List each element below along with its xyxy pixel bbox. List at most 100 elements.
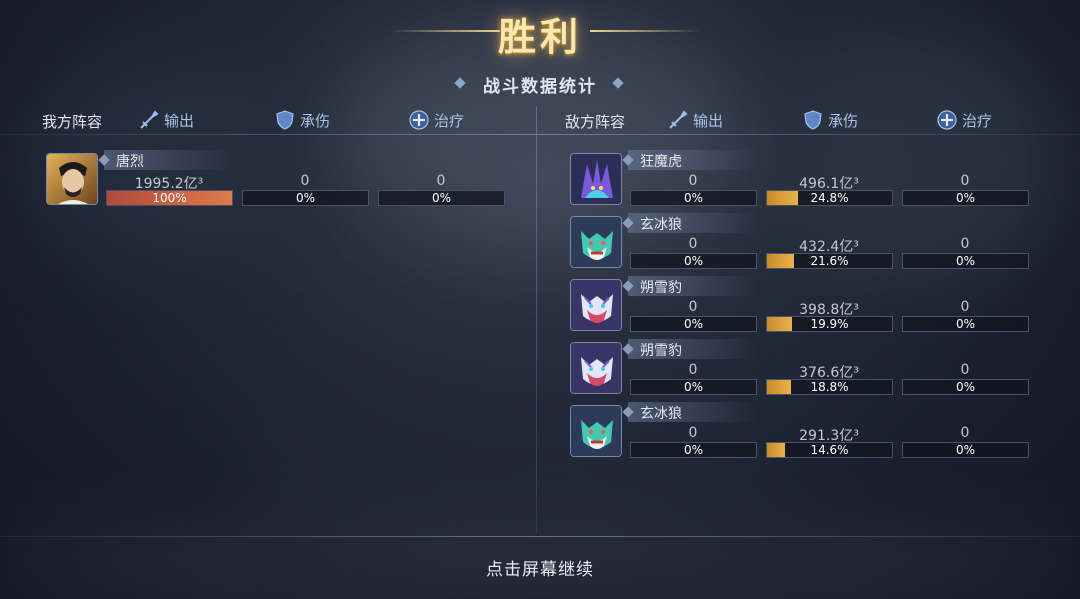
- damage-value: 0: [300, 173, 310, 189]
- heal-cross-icon: [937, 110, 957, 130]
- enemy-portrait[interactable]: [570, 216, 622, 268]
- heal-percent: 0%: [955, 254, 976, 268]
- tap-to-continue[interactable]: 点击屏幕继续: [0, 555, 1080, 580]
- battle-stats-subtitle: 战斗数据统计: [483, 77, 597, 97]
- enemy-row[interactable]: 玄冰狼 0 0% 291.3亿³ 14.6% 0 0%: [570, 402, 1040, 461]
- victory-title: 胜利: [497, 14, 582, 59]
- monster-avatar-icon: [571, 406, 621, 456]
- output-label: 输出: [164, 111, 195, 130]
- heal-value: 0: [960, 362, 970, 378]
- enemy-team-label: 敌方阵容: [565, 113, 626, 131]
- name-plate: 玄冰狼: [628, 213, 758, 233]
- heal-bar: 0%: [902, 190, 1029, 206]
- enemy-row[interactable]: 朔雪豹 0 0% 376.6亿³ 18.8% 0 0%: [570, 339, 1040, 398]
- shield-icon: [804, 110, 822, 130]
- output-percent: 0%: [683, 443, 704, 457]
- output-value: 0: [688, 425, 698, 441]
- sword-icon: [140, 110, 159, 129]
- heal-bar: 0%: [378, 190, 505, 206]
- monster-avatar-icon: [571, 343, 621, 393]
- heal-percent: 0%: [955, 191, 976, 205]
- enemy-output-header[interactable]: 输出: [667, 108, 723, 132]
- output-percent: 100%: [152, 191, 187, 205]
- output-percent: 0%: [683, 380, 704, 394]
- damage-percent: 24.8%: [810, 191, 849, 205]
- damage-percent: 14.6%: [810, 443, 849, 457]
- damage-bar: 24.8%: [766, 190, 893, 206]
- damage-bar: 14.6%: [766, 442, 893, 458]
- heal-bar: 0%: [902, 379, 1029, 395]
- monster-avatar-icon: [571, 154, 621, 204]
- damage-taken-label: 承伤: [828, 111, 859, 130]
- output-label: 输出: [693, 111, 724, 130]
- output-percent: 0%: [683, 317, 704, 331]
- damage-percent: 0%: [295, 191, 316, 205]
- enemy-name: 玄冰狼: [640, 406, 682, 422]
- damage-bar: 18.8%: [766, 379, 893, 395]
- shield-icon: [276, 110, 294, 130]
- heal-value: 0: [960, 236, 970, 252]
- damage-percent: 18.8%: [810, 380, 849, 394]
- heal-bar: 0%: [902, 253, 1029, 269]
- heal-percent: 0%: [955, 317, 976, 331]
- enemy-name: 狂魔虎: [640, 154, 682, 170]
- enemy-row[interactable]: 朔雪豹 0 0% 398.8亿³ 19.9% 0 0%: [570, 276, 1040, 335]
- monster-avatar-icon: [571, 280, 621, 330]
- enemy-row[interactable]: 狂魔虎 0 0% 496.1亿³ 24.8% 0 0%: [570, 150, 1040, 209]
- heal-value: 0: [436, 173, 446, 189]
- output-bar: 100%: [106, 190, 233, 206]
- team-divider: [536, 106, 537, 534]
- enemy-portrait[interactable]: [570, 279, 622, 331]
- enemy-row[interactable]: 玄冰狼 0 0% 432.4亿³ 21.6% 0 0%: [570, 213, 1040, 272]
- output-bar: 0%: [630, 253, 757, 269]
- damage-bar: 19.9%: [766, 316, 893, 332]
- heal-percent: 0%: [955, 380, 976, 394]
- footer-divider: [0, 536, 1080, 537]
- output-bar: 0%: [630, 190, 757, 206]
- hero-portrait-tanglie[interactable]: [46, 153, 98, 205]
- name-plate: 玄冰狼: [628, 402, 758, 422]
- damage-taken-label: 承伤: [300, 111, 331, 130]
- hero-avatar-icon: [47, 154, 97, 204]
- enemy-portrait[interactable]: [570, 405, 622, 457]
- output-value: 0: [688, 299, 698, 315]
- heal-value: 0: [960, 299, 970, 315]
- enemy-damage-header[interactable]: 承伤: [802, 108, 858, 132]
- output-value: 0: [688, 173, 698, 189]
- name-plate: 朔雪豹: [628, 339, 758, 359]
- monster-avatar-icon: [571, 217, 621, 267]
- heal-value: 0: [960, 173, 970, 189]
- hero-name: 唐烈: [116, 154, 144, 170]
- victory-banner: 胜利: [0, 0, 1080, 62]
- enemy-portrait[interactable]: [570, 153, 622, 205]
- output-bar: 0%: [630, 316, 757, 332]
- ally-row[interactable]: 唐烈 1995.2亿³ 100% 0 0% 0 0%: [46, 150, 516, 209]
- output-value: 0: [688, 236, 698, 252]
- output-value: 0: [688, 362, 698, 378]
- heal-value: 0: [960, 425, 970, 441]
- heal-bar: 0%: [902, 316, 1029, 332]
- output-percent: 0%: [683, 254, 704, 268]
- enemy-name: 朔雪豹: [640, 280, 682, 296]
- enemy-header: 敌方阵容 输出 承伤 治疗: [540, 106, 1080, 134]
- output-bar: 0%: [630, 379, 757, 395]
- header-divider: [0, 134, 1080, 135]
- sword-icon: [669, 110, 688, 129]
- output-percent: 0%: [683, 191, 704, 205]
- ally-heal-header[interactable]: 治疗: [408, 108, 464, 132]
- name-plate: 狂魔虎: [628, 150, 758, 170]
- name-plate: 朔雪豹: [628, 276, 758, 296]
- heal-label: 治疗: [434, 111, 465, 130]
- heal-percent: 0%: [955, 443, 976, 457]
- heal-cross-icon: [409, 110, 429, 130]
- ally-damage-header[interactable]: 承伤: [274, 108, 330, 132]
- output-bar: 0%: [630, 442, 757, 458]
- ally-output-header[interactable]: 输出: [138, 108, 194, 132]
- name-plate: 唐烈: [104, 150, 234, 170]
- damage-percent: 19.9%: [810, 317, 849, 331]
- enemy-portrait[interactable]: [570, 342, 622, 394]
- damage-bar: 0%: [242, 190, 369, 206]
- enemy-heal-header[interactable]: 治疗: [936, 108, 992, 132]
- enemy-name: 玄冰狼: [640, 217, 682, 233]
- heal-label: 治疗: [962, 111, 993, 130]
